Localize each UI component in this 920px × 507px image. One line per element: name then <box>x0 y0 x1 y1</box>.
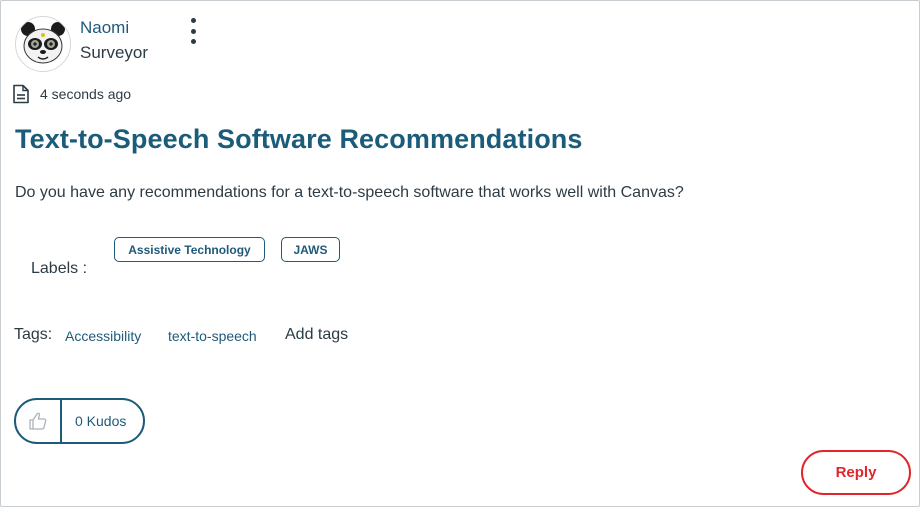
document-icon <box>13 84 29 104</box>
give-kudos-button[interactable] <box>16 400 62 442</box>
panda-avatar-icon <box>21 22 65 64</box>
tags-caption: Tags: <box>14 326 53 343</box>
thumbs-up-icon <box>29 412 47 430</box>
reply-button[interactable]: Reply <box>801 450 911 495</box>
label-jaws[interactable]: JAWS <box>281 237 340 262</box>
tag-text-to-speech[interactable]: text-to-speech <box>168 328 257 344</box>
kudos-widget: 0 Kudos <box>14 398 145 444</box>
author-avatar[interactable] <box>15 16 71 72</box>
add-tags-link[interactable]: Add tags <box>285 326 348 344</box>
author-rank: Surveyor <box>80 43 149 62</box>
more-options-icon[interactable] <box>184 18 202 44</box>
label-assistive-technology[interactable]: Assistive Technology <box>114 237 265 262</box>
post-title: Text-to-Speech Software Recommendations <box>15 124 583 154</box>
labels-caption: Labels : <box>31 260 88 277</box>
post-timestamp: 4 seconds ago <box>40 86 132 102</box>
tag-accessibility[interactable]: Accessibility <box>65 328 141 344</box>
author-name-link[interactable]: Naomi <box>80 18 129 38</box>
kudos-count-link[interactable]: 0 Kudos <box>62 413 126 429</box>
post-body: Do you have any recommendations for a te… <box>15 184 684 201</box>
